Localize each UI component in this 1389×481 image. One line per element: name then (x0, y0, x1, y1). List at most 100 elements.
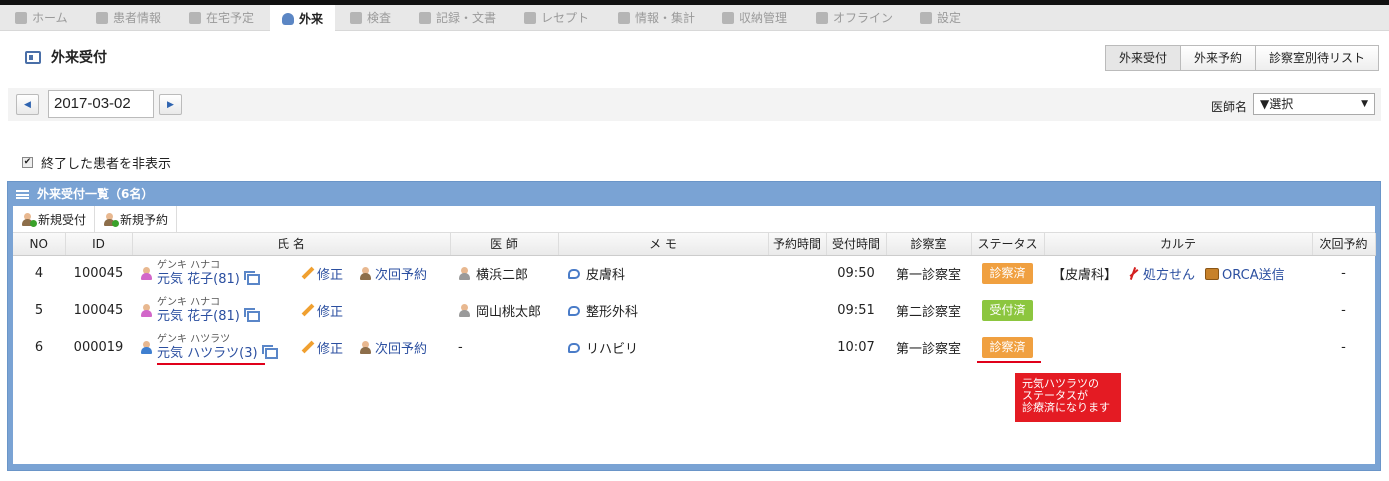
outpatient-reservation-button[interactable]: 外来予約 (1179, 45, 1256, 71)
patient-icon (96, 12, 108, 24)
tab-document[interactable]: 記録・文書 (419, 5, 496, 31)
hide-finished-toggle[interactable]: ✔ 終了した患者を非表示 (22, 153, 171, 172)
chevron-down-icon: ▼ (1361, 99, 1368, 109)
patient-name: 元気 花子(81) (157, 271, 240, 287)
add-user-icon (103, 212, 120, 227)
reception-table: NO ID 氏 名医 師メ モ予約時間 受付時間 診察室 ステータス カルテ 次回予約 4 10… (13, 233, 1376, 366)
orca-send-link[interactable]: ORCA送信 (1205, 264, 1285, 283)
memo-icon (568, 342, 580, 353)
user-icon (140, 341, 153, 354)
edit-link[interactable]: 修正 (301, 301, 343, 320)
table-row[interactable]: 5 100045 ゲンキ ハナコ 元気 花子(81) 修正 岡山桃太郎 整形外科 09:51 第… (13, 292, 1375, 329)
row-no: 4 (34, 266, 44, 282)
tab-home[interactable]: ホーム (15, 5, 68, 31)
memo-link[interactable]: リハビリ (568, 338, 638, 357)
new-reception-button[interactable]: 新規受付 (13, 205, 96, 233)
exam-room: 第一診察室 (895, 268, 961, 284)
patient-name-link[interactable]: 元気 花子(81) (157, 270, 260, 288)
next-reservation-link[interactable]: 次回予約 (359, 264, 427, 283)
window-icon[interactable] (261, 344, 278, 359)
clock-icon (189, 12, 201, 24)
hide-finished-checkbox[interactable]: ✔ (22, 157, 33, 168)
memo-link[interactable]: 整形外科 (568, 301, 638, 320)
room-waiting-list-button[interactable]: 診察室別待リスト (1254, 45, 1379, 71)
edit-label: 修正 (317, 342, 344, 357)
prev-date-button[interactable]: ◀ (16, 94, 39, 115)
panel-header: 外来受付一覧（6名） (8, 182, 1380, 206)
outpatient-reception-button[interactable]: 外来受付 (1104, 45, 1181, 71)
status-badge[interactable]: 受付済 (982, 300, 1033, 321)
tab-gear[interactable]: 設定 (920, 5, 961, 31)
status-badge[interactable]: 診察済 (982, 263, 1033, 285)
patient-id: 000019 (73, 340, 124, 355)
tab-stats[interactable]: 情報・集計 (618, 5, 695, 31)
status-badge[interactable]: 診察済 (982, 337, 1033, 358)
next-reservation-value: - (1341, 266, 1346, 282)
memo-link[interactable]: 皮膚科 (568, 264, 625, 283)
tab-register[interactable]: 収納管理 (722, 5, 787, 31)
edit-link[interactable]: 修正 (301, 264, 343, 283)
tab-receipt[interactable]: レセプト (524, 5, 589, 31)
annotation-underline-name (157, 363, 265, 365)
register-icon (722, 12, 734, 24)
tab-user[interactable]: 外来 (270, 5, 336, 32)
prescription-link[interactable]: 処方せん (1127, 264, 1195, 283)
column-header: 受付時間 (826, 233, 887, 256)
patient-name-link[interactable]: 元気 ハツラツ(3) (157, 344, 278, 362)
id-card-icon (25, 50, 41, 64)
user-icon (282, 12, 294, 25)
document-icon (419, 12, 431, 24)
stats-icon (618, 12, 630, 24)
main-nav-tabs: ホーム 患者情報 在宅予定 外来 検査 記録・文書 レセプト 情報・集計 収納管理 オフライン 設定 (0, 5, 1389, 32)
gear-icon (920, 12, 932, 24)
date-input[interactable]: 2017-03-02 (48, 90, 154, 118)
next-reservation-label: 次回予約 (375, 342, 428, 357)
next-reservation-icon (359, 267, 372, 281)
next-date-button[interactable]: ▶ (159, 94, 182, 115)
user-icon (458, 266, 471, 280)
row-no: 5 (34, 303, 44, 318)
orca-label: ORCA送信 (1222, 268, 1285, 284)
column-header: 氏 名 (132, 233, 451, 256)
chart-icon (350, 12, 362, 24)
reception-time: 09:50 (837, 266, 875, 282)
window-icon[interactable] (243, 270, 260, 285)
tab-offline[interactable]: オフライン (816, 5, 893, 31)
receipt-icon (524, 12, 536, 24)
patient-kana: ゲンキ ハツラツ (157, 333, 231, 345)
new-reservation-button[interactable]: 新規予約 (95, 205, 178, 233)
doctor-select[interactable]: ▼選択 ▼ (1253, 93, 1375, 115)
table-row[interactable]: 4 100045 ゲンキ ハナコ 元気 花子(81) 修正 次回予約 横浜二郎 皮膚科 09:5… (13, 255, 1375, 292)
pencil-icon (301, 304, 314, 317)
exam-room: 第一診察室 (895, 342, 961, 357)
patient-name-link[interactable]: 元気 花子(81) (157, 307, 260, 325)
panel-body: 新規受付 新規予約 NO ID 氏 名医 師メ モ予約時間 受付時間 診察室 ステータスカ… (13, 205, 1376, 464)
user-icon (140, 304, 153, 317)
tab-clock[interactable]: 在宅予定 (189, 5, 254, 31)
next-reservation-label: 次回予約 (375, 268, 428, 284)
page-title: 外来受付 (25, 47, 107, 67)
next-reservation-value: - (1341, 340, 1346, 355)
reception-time: 10:07 (837, 340, 875, 355)
window-icon[interactable] (243, 307, 260, 322)
list-icon (16, 189, 29, 199)
next-reservation-link[interactable]: 次回予約 (359, 338, 427, 357)
edit-link[interactable]: 修正 (301, 338, 343, 357)
list-toolbar: 新規受付 新規予約 (13, 205, 1375, 233)
patient-name: 元気 花子(81) (157, 308, 240, 324)
column-header: ID (65, 233, 133, 256)
memo-text: 整形外科 (586, 305, 639, 320)
reception-time: 09:51 (837, 303, 875, 318)
doctor-name: 岡山桃太郎 (476, 304, 542, 320)
orca-icon (1205, 267, 1220, 280)
doctor-label: 医師名 (1210, 100, 1247, 114)
pdf-icon (1127, 267, 1140, 281)
view-switch-buttons: 外来受付 外来予約 診察室別待リスト (1104, 45, 1379, 71)
tab-chart[interactable]: 検査 (350, 5, 391, 31)
patient-id: 100045 (73, 266, 124, 282)
tab-patient[interactable]: 患者情報 (96, 5, 161, 31)
table-row[interactable]: 6 000019 ゲンキ ハツラツ 元気 ハツラツ(3) 修正 次回予約 - リハビリ 10:0… (13, 329, 1375, 366)
pencil-icon (301, 341, 314, 354)
column-header: 医 師 (450, 233, 559, 256)
patient-kana: ゲンキ ハナコ (157, 296, 221, 308)
